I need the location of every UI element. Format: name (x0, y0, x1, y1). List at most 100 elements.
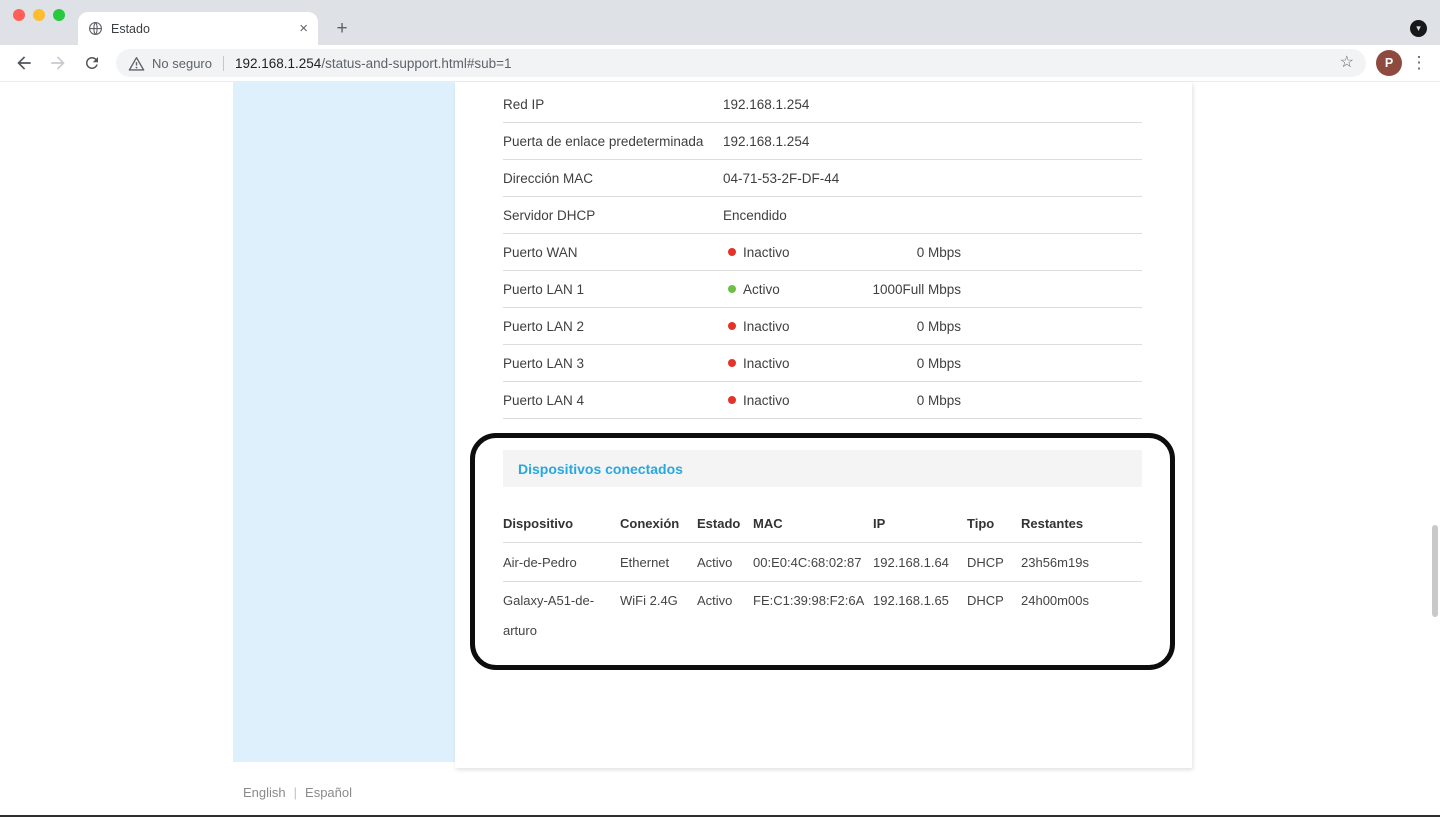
port-status-icon (728, 396, 736, 404)
port-label: Puerto LAN 3 (503, 356, 723, 371)
url-path: /status-and-support.html#sub=1 (321, 56, 511, 71)
port-status-icon (728, 322, 736, 330)
port-speed: 0 Mbps (853, 319, 961, 334)
port-status-text: Inactivo (743, 356, 790, 371)
column-header: Dispositivo (503, 516, 620, 531)
status-table: Red IP 192.168.1.254 Puerta de enlace pr… (503, 86, 1142, 419)
column-header: Restantes (1021, 516, 1142, 531)
tab-close-icon[interactable]: × (299, 21, 308, 36)
tab-search-icon[interactable]: ▾ (1410, 20, 1427, 37)
port-speed: 0 Mbps (853, 245, 961, 260)
device-ip: 192.168.1.64 (873, 555, 967, 570)
omnibox-divider (223, 56, 224, 71)
device-name: Galaxy-A51-de-arturo (503, 586, 620, 646)
status-label: Servidor DHCP (503, 208, 723, 223)
column-header: Estado (697, 516, 753, 531)
bookmark-star-icon[interactable]: ☆ (1340, 55, 1354, 71)
devices-table-header-row: Dispositivo Conexión Estado MAC IP Tipo … (503, 505, 1142, 543)
new-tab-button[interactable]: + (331, 18, 353, 40)
connected-devices-header: Dispositivos conectados (503, 450, 1142, 487)
back-button[interactable] (10, 49, 38, 77)
profile-avatar[interactable]: P (1376, 50, 1402, 76)
port-row: Puerto LAN 4 Inactivo 0 Mbps (503, 382, 1142, 419)
column-header: MAC (753, 516, 873, 531)
window-controls (13, 9, 65, 21)
device-ip: 192.168.1.65 (873, 586, 967, 616)
port-label: Puerto LAN 1 (503, 282, 723, 297)
tab-title: Estado (111, 22, 291, 36)
device-connection: WiFi 2.4G (620, 586, 697, 616)
device-type: DHCP (967, 586, 1021, 616)
port-status-text: Inactivo (743, 393, 790, 408)
status-row: Dirección MAC 04-71-53-2F-DF-44 (503, 160, 1142, 197)
window-close-button[interactable] (13, 9, 25, 21)
browser-tab[interactable]: Estado × (78, 12, 318, 45)
device-mac: FE:C1:39:98:F2:6A (753, 586, 873, 616)
not-secure-label[interactable]: No seguro (152, 56, 212, 71)
device-status: Activo (697, 555, 753, 570)
connected-devices-title: Dispositivos conectados (518, 461, 683, 477)
device-name: Air-de-Pedro (503, 555, 620, 570)
port-speed: 0 Mbps (853, 393, 961, 408)
status-value: Encendido (723, 208, 1142, 223)
port-row: Puerto WAN Inactivo 0 Mbps (503, 234, 1142, 271)
main-panel: Red IP 192.168.1.254 Puerta de enlace pr… (455, 82, 1192, 768)
port-row: Puerto LAN 1 Activo 1000Full Mbps (503, 271, 1142, 308)
not-secure-warning-icon[interactable] (128, 56, 145, 71)
column-header: Conexión (620, 516, 697, 531)
scrollbar-thumb[interactable] (1432, 525, 1438, 617)
footer-separator: | (294, 785, 297, 800)
port-status-icon (728, 359, 736, 367)
port-status-text: Inactivo (743, 245, 790, 260)
status-label: Red IP (503, 97, 723, 112)
port-status-text: Inactivo (743, 319, 790, 334)
status-label: Dirección MAC (503, 171, 723, 186)
device-mac: 00:E0:4C:68:02:87 (753, 555, 873, 570)
forward-button[interactable] (44, 49, 72, 77)
language-footer: English | Español (243, 782, 352, 802)
status-value: 192.168.1.254 (723, 97, 1142, 112)
port-label: Puerto LAN 2 (503, 319, 723, 334)
device-type: DHCP (967, 555, 1021, 570)
port-status-icon (728, 285, 736, 293)
page-content: Red IP 192.168.1.254 Puerta de enlace pr… (0, 82, 1440, 817)
device-lease: 23h56m19s (1021, 555, 1142, 570)
device-status: Activo (697, 586, 753, 616)
url-text: 192.168.1.254/status-and-support.html#su… (235, 56, 1333, 71)
browser-menu-icon[interactable]: ⋮ (1408, 53, 1430, 73)
device-lease: 24h00m00s (1021, 586, 1142, 616)
port-speed: 1000Full Mbps (853, 282, 961, 297)
status-row: Servidor DHCP Encendido (503, 197, 1142, 234)
port-status: Inactivo (723, 393, 853, 408)
url-host: 192.168.1.254 (235, 56, 321, 71)
device-row: Galaxy-A51-de-arturo WiFi 2.4G Activo FE… (503, 582, 1142, 650)
port-status: Inactivo (723, 245, 853, 260)
port-label: Puerto LAN 4 (503, 393, 723, 408)
port-status: Inactivo (723, 319, 853, 334)
status-row: Puerta de enlace predeterminada 192.168.… (503, 123, 1142, 160)
port-speed: 0 Mbps (853, 356, 961, 371)
address-bar[interactable]: No seguro 192.168.1.254/status-and-suppo… (116, 49, 1366, 77)
status-label: Puerta de enlace predeterminada (503, 134, 723, 149)
status-value: 192.168.1.254 (723, 134, 1142, 149)
port-status: Inactivo (723, 356, 853, 371)
port-status-icon (728, 248, 736, 256)
port-row: Puerto LAN 3 Inactivo 0 Mbps (503, 345, 1142, 382)
tab-strip: Estado × + ▾ (0, 0, 1440, 45)
globe-favicon-icon (88, 21, 103, 36)
device-connection: Ethernet (620, 555, 697, 570)
port-status: Activo (723, 282, 853, 297)
window-zoom-button[interactable] (53, 9, 65, 21)
status-row: Red IP 192.168.1.254 (503, 86, 1142, 123)
window-minimize-button[interactable] (33, 9, 45, 21)
status-value: 04-71-53-2F-DF-44 (723, 171, 1142, 186)
language-link-espanol[interactable]: Español (305, 785, 352, 800)
reload-button[interactable] (78, 49, 106, 77)
port-status-text: Activo (743, 282, 780, 297)
port-row: Puerto LAN 2 Inactivo 0 Mbps (503, 308, 1142, 345)
sidebar (233, 82, 455, 762)
language-link-english[interactable]: English (243, 785, 286, 800)
device-row: Air-de-Pedro Ethernet Activo 00:E0:4C:68… (503, 543, 1142, 582)
column-header: Tipo (967, 516, 1021, 531)
port-label: Puerto WAN (503, 245, 723, 260)
